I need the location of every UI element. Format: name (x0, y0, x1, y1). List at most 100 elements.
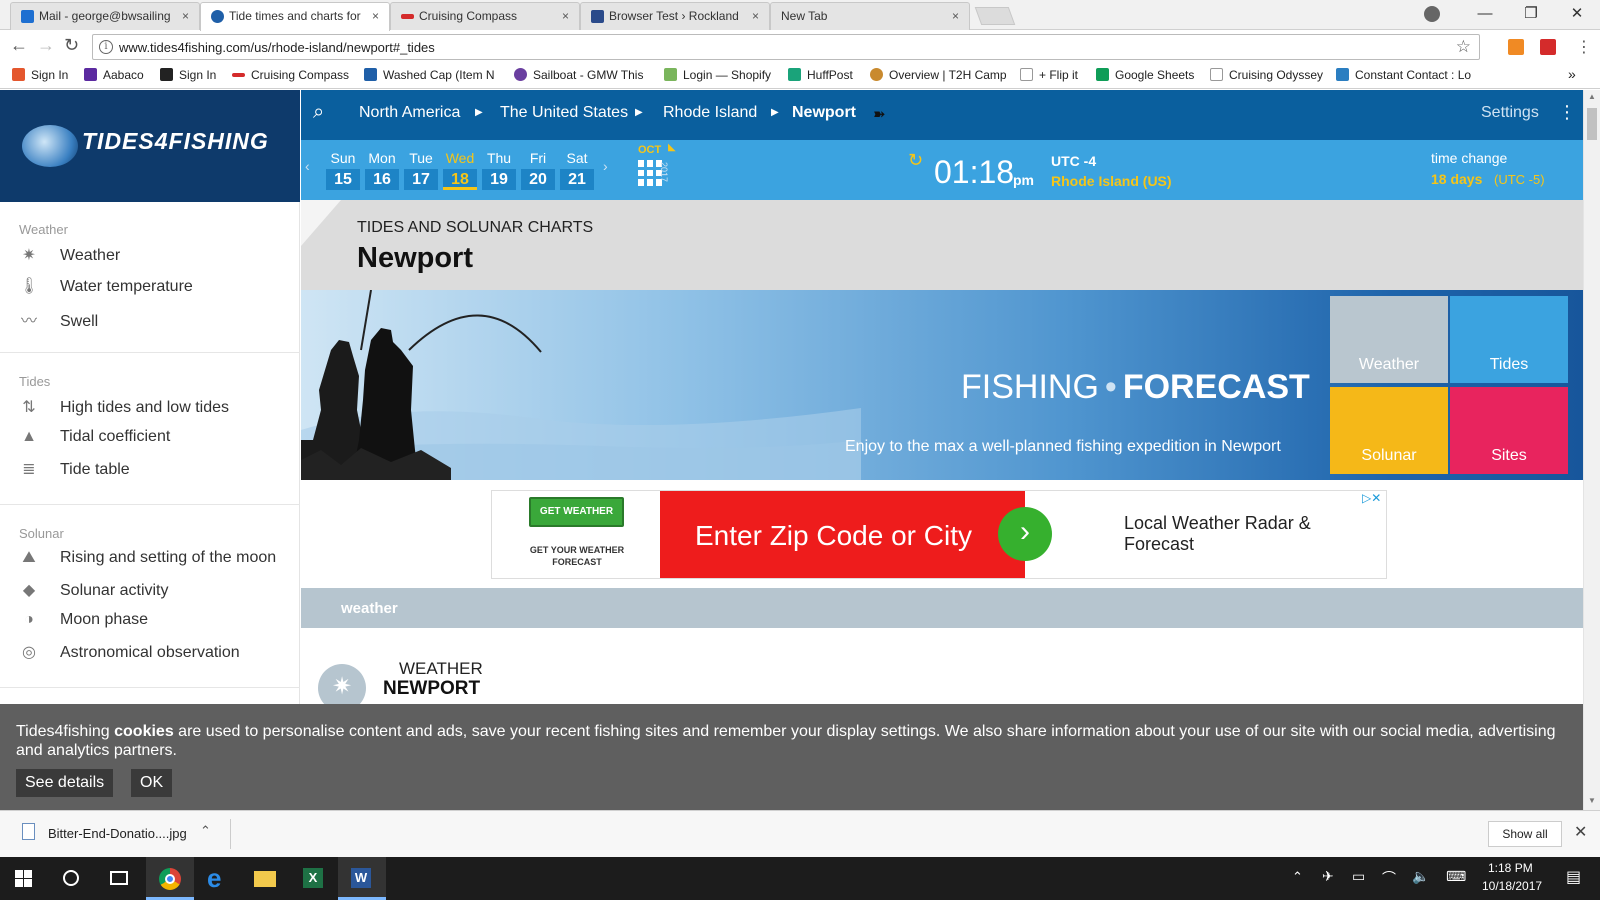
day-fri[interactable]: Fri 20 (521, 150, 555, 190)
extension-icon[interactable] (1508, 39, 1524, 55)
ok-button[interactable]: OK (131, 769, 173, 797)
more-vert-icon[interactable]: ⋮ (1558, 102, 1576, 123)
tray-chevron-icon[interactable]: ⌃ (1292, 869, 1303, 885)
bookmark-item[interactable]: Washed Cap (Item N (364, 68, 500, 82)
close-icon[interactable]: × (752, 3, 759, 29)
bookmark-item[interactable]: + Flip it (1020, 68, 1078, 82)
ad-zip-box[interactable]: Enter Zip Code or City (660, 491, 1025, 578)
adchoices-icon[interactable]: ▷✕ (1362, 491, 1381, 505)
sidebar-item-swell[interactable]: 〰 Swell (19, 307, 98, 331)
day-wed[interactable]: Wed 18 (443, 150, 477, 190)
breadcrumb-rhode-island[interactable]: Rhode Island (663, 104, 757, 122)
word-taskbar-icon[interactable]: W (338, 857, 386, 900)
more-bookmarks-icon[interactable]: » (1568, 66, 1576, 82)
reload-icon[interactable]: ↻ (64, 35, 79, 56)
sidebar-item-high-low-tides[interactable]: ⇅ High tides and low tides (19, 397, 229, 417)
chevron-right-icon[interactable]: › (998, 507, 1052, 561)
scroll-up-icon[interactable]: ▲ (1588, 92, 1596, 101)
bookmark-item[interactable]: Constant Contact : Lo (1336, 68, 1476, 82)
bookmark-item[interactable]: Sign In (12, 68, 68, 82)
download-filename[interactable]: Bitter-End-Donatio....jpg (48, 826, 187, 841)
close-icon[interactable]: × (952, 3, 959, 29)
get-weather-button[interactable]: GET WEATHER (529, 497, 624, 527)
close-icon[interactable]: × (372, 3, 379, 29)
close-window-button[interactable]: ✕ (1554, 0, 1600, 28)
show-all-button[interactable]: Show all (1488, 821, 1562, 847)
battery-icon[interactable]: ▭ (1352, 868, 1365, 885)
sidebar-item-moon-phase[interactable]: ◑ Moon phase (19, 611, 148, 629)
ad-banner[interactable]: GET WEATHER GET YOUR WEATHER FORECAST En… (491, 490, 1387, 579)
see-details-button[interactable]: See details (16, 769, 114, 797)
close-icon[interactable]: ✕ (1574, 822, 1587, 842)
bookmark-item[interactable]: Cruising Compass (232, 68, 349, 82)
day-thu[interactable]: Thu 19 (482, 150, 516, 190)
task-view-icon[interactable] (96, 857, 144, 900)
sidebar-item-moonrise[interactable]: ⛰ Rising and setting of the moon (19, 549, 276, 567)
info-icon[interactable]: i (99, 40, 113, 54)
site-logo[interactable]: TIDES4FISHING (0, 90, 300, 202)
prev-day-icon[interactable]: ‹ (305, 158, 310, 174)
tab-mail[interactable]: Mail - george@bwsailing × (10, 2, 200, 30)
wifi-icon[interactable]: ⌒ (1382, 868, 1396, 888)
region-label[interactable]: Rhode Island (US) (1051, 173, 1172, 189)
tile-sites[interactable]: Sites (1450, 387, 1568, 474)
action-center-icon[interactable]: ▤ (1566, 867, 1581, 887)
flipboard-extension-icon[interactable] (1540, 39, 1556, 55)
bookmark-item[interactable]: Sign In (160, 68, 216, 82)
breadcrumb-united-states[interactable]: The United States (500, 104, 628, 122)
network-icon[interactable]: ✈ (1322, 868, 1334, 885)
sidebar-item-solunar-activity[interactable]: ◆ Solunar activity (19, 580, 169, 600)
scroll-thumb[interactable] (1587, 108, 1597, 140)
tab-new-tab[interactable]: New Tab × (770, 2, 970, 30)
edge-taskbar-icon[interactable]: e (194, 857, 242, 900)
tab-browser-test[interactable]: Browser Test › Rockland × (580, 2, 770, 30)
forward-icon[interactable]: → (37, 35, 55, 56)
settings-link[interactable]: Settings (1481, 104, 1539, 122)
sidebar-item-tide-table[interactable]: ≣ Tide table (19, 459, 129, 479)
bookmark-item[interactable]: Overview | T2H Camp (870, 68, 1010, 82)
tile-tides[interactable]: Tides (1450, 296, 1568, 383)
menu-kebab-icon[interactable]: ⋮ (1576, 37, 1592, 57)
bookmark-item[interactable]: Sailboat - GMW This (514, 68, 650, 82)
bookmark-item[interactable]: Cruising Odyssey (1210, 68, 1323, 82)
chevron-up-icon[interactable]: ⌃ (200, 823, 211, 839)
bookmark-item[interactable]: HuffPost (788, 68, 853, 82)
keyboard-icon[interactable]: ⌨ (1446, 868, 1466, 885)
maximize-button[interactable]: ❐ (1508, 0, 1554, 28)
page-scrollbar[interactable]: ▲ ▼ (1583, 90, 1600, 810)
next-day-icon[interactable]: › (603, 158, 608, 174)
day-sun[interactable]: Sun 15 (326, 150, 360, 190)
profile-icon[interactable] (1424, 6, 1440, 22)
minimize-button[interactable]: — (1462, 0, 1508, 28)
tab-cruising-compass[interactable]: Cruising Compass × (390, 2, 580, 30)
sidebar-item-weather[interactable]: ✷ Weather (19, 245, 120, 265)
search-icon[interactable]: ⌕ (313, 101, 324, 124)
sidebar-item-tidal-coefficient[interactable]: ▲ Tidal coefficient (19, 428, 170, 446)
volume-icon[interactable]: 🔈 (1412, 868, 1429, 885)
refresh-time-icon[interactable]: ↻ (908, 150, 923, 171)
day-mon[interactable]: Mon 16 (365, 150, 399, 190)
day-sat[interactable]: Sat 21 (560, 150, 594, 190)
back-icon[interactable]: ← (10, 35, 28, 56)
tile-solunar[interactable]: Solunar (1330, 387, 1448, 474)
day-tue[interactable]: Tue 17 (404, 150, 438, 190)
close-icon[interactable]: × (182, 3, 189, 29)
chrome-taskbar-icon[interactable] (146, 857, 194, 900)
breadcrumb-north-america[interactable]: North America (359, 104, 460, 122)
address-bar[interactable]: i www.tides4fishing.com/us/rhode-island/… (92, 34, 1480, 60)
file-explorer-icon[interactable] (242, 857, 290, 900)
sidebar-item-astronomical-observation[interactable]: ◎ Astronomical observation (19, 642, 240, 662)
bookmark-item[interactable]: Aabaco (84, 68, 144, 82)
tile-weather[interactable]: Weather (1330, 296, 1448, 383)
close-icon[interactable]: × (562, 3, 569, 29)
tab-tides[interactable]: Tide times and charts for × (200, 2, 390, 31)
bookmark-star-icon[interactable]: ☆ (1456, 37, 1471, 57)
sidebar-item-water-temperature[interactable]: 🌡 Water temperature (19, 276, 193, 296)
bookmark-item[interactable]: Login — Shopify (664, 68, 771, 82)
search-icon[interactable] (48, 857, 96, 900)
windows-start-icon[interactable] (0, 857, 48, 900)
bookmark-item[interactable]: Google Sheets (1096, 68, 1194, 82)
fish-arrow-icon[interactable]: ➽ (873, 105, 886, 123)
scroll-down-icon[interactable]: ▼ (1588, 796, 1596, 805)
taskbar-time[interactable]: 1:18 PM (1488, 861, 1533, 875)
